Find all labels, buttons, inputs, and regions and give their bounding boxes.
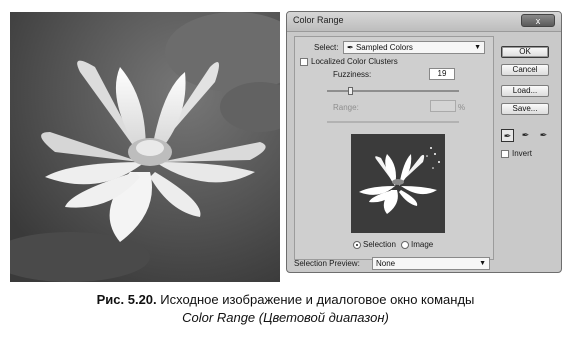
title-bar[interactable]: Color Range x bbox=[287, 12, 561, 32]
close-icon: x bbox=[535, 16, 541, 26]
range-slider[interactable] bbox=[327, 121, 459, 123]
caption-line-2: Color Range (Цветовой диапазон) bbox=[182, 310, 389, 325]
cancel-button[interactable]: Cancel bbox=[501, 64, 549, 76]
mask-image bbox=[351, 134, 445, 233]
fuzziness-slider[interactable] bbox=[327, 90, 459, 92]
load-button[interactable]: Load... bbox=[501, 85, 549, 97]
water-lily-image bbox=[10, 12, 280, 282]
figure-caption: Рис. 5.20. Исходное изображение и диалог… bbox=[0, 291, 571, 327]
selection-preview-label: Selection Preview: bbox=[294, 259, 360, 268]
localized-clusters-checkbox[interactable] bbox=[300, 58, 308, 66]
image-radio-label: Image bbox=[411, 240, 434, 249]
save-button[interactable]: Save... bbox=[501, 103, 549, 115]
selection-radio-label: Selection bbox=[363, 240, 396, 249]
source-photo bbox=[10, 12, 280, 282]
select-label: Select: bbox=[314, 43, 339, 52]
select-value: Sampled Colors bbox=[355, 43, 413, 52]
range-input[interactable] bbox=[430, 100, 456, 112]
eyedropper-plus-icon[interactable]: ✒ bbox=[519, 129, 532, 142]
chevron-down-icon: ▼ bbox=[479, 260, 486, 267]
image-radio[interactable] bbox=[401, 241, 409, 249]
caption-label: Рис. 5.20. bbox=[96, 292, 157, 307]
caption-line-1: Рис. 5.20. Исходное изображение и диалог… bbox=[0, 291, 571, 309]
fuzziness-input[interactable]: 19 bbox=[429, 68, 455, 80]
selection-radio[interactable] bbox=[353, 241, 361, 249]
invert-label: Invert bbox=[512, 149, 533, 158]
selection-preview-dropdown[interactable]: None ▼ bbox=[372, 257, 490, 270]
range-label: Range: bbox=[333, 103, 359, 112]
dialog-title: Color Range bbox=[293, 15, 344, 25]
fuzziness-label: Fuzziness: bbox=[333, 70, 372, 79]
invert-checkbox[interactable] bbox=[501, 150, 509, 158]
close-button[interactable]: x bbox=[521, 14, 555, 27]
range-unit: % bbox=[458, 103, 466, 112]
selection-preview-thumbnail bbox=[351, 134, 445, 233]
eyedropper-minus-icon[interactable]: ✒ bbox=[537, 129, 550, 142]
localized-clusters-label: Localized Color Clusters bbox=[311, 57, 398, 66]
eyedropper-icon[interactable]: ✒ bbox=[501, 129, 514, 142]
ok-button[interactable]: OK bbox=[501, 46, 549, 58]
eyedropper-icon: ✒ bbox=[347, 43, 354, 52]
select-dropdown[interactable]: ✒ Sampled Colors ▼ bbox=[343, 41, 485, 54]
caption-text: Исходное изображение и диалоговое окно к… bbox=[160, 292, 475, 307]
color-range-dialog: Color Range x Select: ✒ Sampled Colors ▼… bbox=[286, 11, 562, 273]
selection-preview-value: None bbox=[376, 259, 396, 268]
settings-panel: Select: ✒ Sampled Colors ▼ Localized Col… bbox=[294, 36, 494, 260]
chevron-down-icon: ▼ bbox=[474, 44, 481, 51]
fuzziness-slider-thumb[interactable] bbox=[348, 87, 353, 95]
